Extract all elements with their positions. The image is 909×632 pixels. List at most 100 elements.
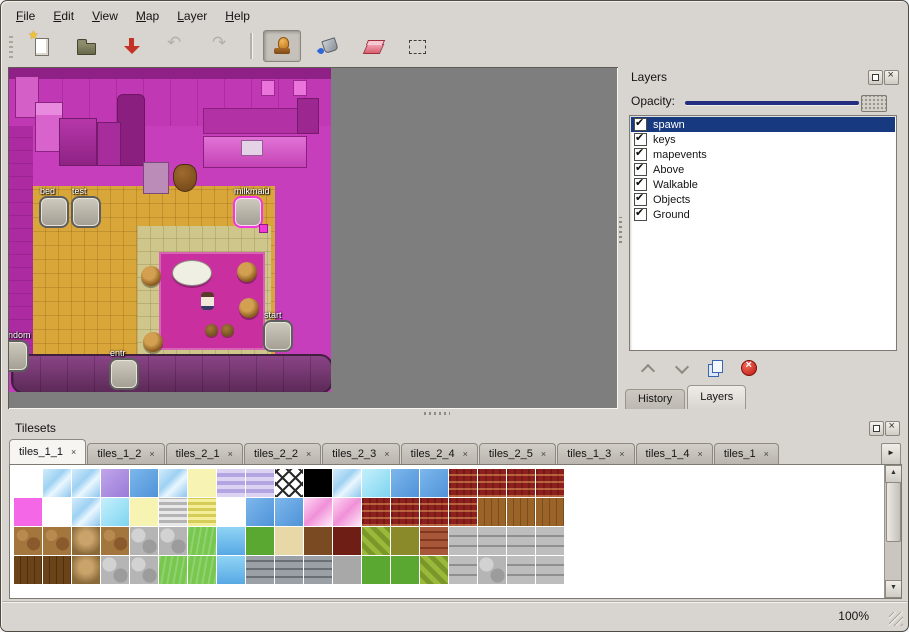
tile-wood[interactable] xyxy=(536,498,564,526)
tab-history[interactable]: History xyxy=(625,389,685,409)
tile-stone[interactable] xyxy=(536,527,564,555)
layer-list[interactable]: spawnkeysmapeventsAboveWalkableObjectsGr… xyxy=(629,115,897,351)
map-object-entr[interactable]: entr xyxy=(109,358,139,390)
tile-lilacstripe[interactable] xyxy=(246,469,274,497)
layer-visibility-checkbox[interactable] xyxy=(634,193,647,206)
rect-select-button[interactable] xyxy=(398,30,436,62)
tile-darkwood[interactable] xyxy=(14,556,42,584)
tile-palette[interactable] xyxy=(14,469,564,584)
tile-stone[interactable] xyxy=(449,556,477,584)
tile-water[interactable] xyxy=(217,527,245,555)
tab-close-icon[interactable]: × xyxy=(306,449,311,459)
tileset-tab-tiles_1_3[interactable]: tiles_1_3× xyxy=(557,443,634,464)
tile-gray[interactable] xyxy=(333,556,361,584)
tile-carpet[interactable] xyxy=(420,498,448,526)
tile-yellowstripe[interactable] xyxy=(188,498,216,526)
tileset-tab-tiles_2_1[interactable]: tiles_2_1× xyxy=(166,443,243,464)
layer-visibility-checkbox[interactable] xyxy=(634,208,647,221)
tile-iceblue[interactable] xyxy=(43,469,71,497)
duplicate-layer-button[interactable] xyxy=(703,356,727,380)
menu-map[interactable]: Map xyxy=(127,6,168,26)
opacity-slider-handle[interactable] xyxy=(861,95,887,112)
resize-grip[interactable] xyxy=(889,612,903,626)
tile-sand[interactable] xyxy=(275,527,303,555)
tile-iceblue[interactable] xyxy=(159,469,187,497)
tile-iceblue[interactable] xyxy=(333,469,361,497)
tile-carpet[interactable] xyxy=(449,469,477,497)
tab-close-icon[interactable]: × xyxy=(698,449,703,459)
float-dock-icon[interactable] xyxy=(868,70,883,85)
tileset-view[interactable]: ▲ ▼ xyxy=(9,464,902,599)
tile-darkwood[interactable] xyxy=(43,556,71,584)
tile-lilacstripe[interactable] xyxy=(217,469,245,497)
float-dock-icon[interactable] xyxy=(869,421,884,436)
map-object-start[interactable]: start xyxy=(263,320,293,352)
tileset-tab-tiles_1_2[interactable]: tiles_1_2× xyxy=(87,443,164,464)
menu-file[interactable]: File xyxy=(7,6,44,26)
tile-grass2[interactable] xyxy=(362,556,390,584)
tile-carpet[interactable] xyxy=(507,469,535,497)
tileset-tab-tiles_1[interactable]: tiles_1× xyxy=(714,443,779,464)
tile-darkred[interactable] xyxy=(333,527,361,555)
tile-grass2[interactable] xyxy=(391,556,419,584)
tileset-tab-tiles_2_2[interactable]: tiles_2_2× xyxy=(244,443,321,464)
tile-wood[interactable] xyxy=(507,498,535,526)
tile-cobble[interactable] xyxy=(478,556,506,584)
tile-brickred[interactable] xyxy=(420,527,448,555)
tile-iceblue[interactable] xyxy=(72,469,100,497)
tile-blue[interactable] xyxy=(420,469,448,497)
tile-purple[interactable] xyxy=(101,469,129,497)
tile-cobble[interactable] xyxy=(130,556,158,584)
tab-close-icon[interactable]: × xyxy=(619,449,624,459)
map-object-milkmaid[interactable]: milkmaid xyxy=(233,196,263,228)
close-dock-icon[interactable] xyxy=(885,421,900,436)
layer-row-Above[interactable]: Above xyxy=(631,162,895,177)
raise-layer-button[interactable] xyxy=(635,356,659,380)
tile-lattice[interactable] xyxy=(275,469,303,497)
tab-close-icon[interactable]: × xyxy=(228,449,233,459)
tile-carpet[interactable] xyxy=(478,469,506,497)
bucket-fill-button[interactable] xyxy=(308,30,346,62)
tile-cobble[interactable] xyxy=(101,556,129,584)
tileset-tab-tiles_1_1[interactable]: tiles_1_1× xyxy=(9,439,86,464)
tile-carpet[interactable] xyxy=(449,498,477,526)
layer-row-Ground[interactable]: Ground xyxy=(631,207,895,222)
delete-layer-button[interactable] xyxy=(737,356,761,380)
tile-brickgray[interactable] xyxy=(246,556,274,584)
tab-close-icon[interactable]: × xyxy=(71,447,76,457)
tab-scroll-right-icon[interactable]: ► xyxy=(881,443,901,465)
tile-water[interactable] xyxy=(217,556,245,584)
stamp-brush-button[interactable] xyxy=(263,30,301,62)
tile-grass[interactable] xyxy=(188,556,216,584)
map-canvas[interactable]: bedtestmilkmaidstartrandomentr xyxy=(9,68,331,392)
map-object-random[interactable]: random xyxy=(9,340,29,372)
tab-close-icon[interactable]: × xyxy=(149,449,154,459)
tile-paleyellow[interactable] xyxy=(130,498,158,526)
tile-graystripe[interactable] xyxy=(159,498,187,526)
tileset-tab-tiles_2_5[interactable]: tiles_2_5× xyxy=(479,443,556,464)
scroll-down-icon[interactable]: ▼ xyxy=(885,580,902,598)
tile-white[interactable] xyxy=(43,498,71,526)
layer-row-mapevents[interactable]: mapevents xyxy=(631,147,895,162)
layer-visibility-checkbox[interactable] xyxy=(634,148,647,161)
tile-black[interactable] xyxy=(304,469,332,497)
opacity-slider-track[interactable] xyxy=(685,101,859,105)
tile-iceblue[interactable] xyxy=(72,498,100,526)
menu-layer[interactable]: Layer xyxy=(168,6,216,26)
tileset-tab-tiles_1_4[interactable]: tiles_1_4× xyxy=(636,443,713,464)
tile-blue[interactable] xyxy=(246,498,274,526)
tab-close-icon[interactable]: × xyxy=(764,449,769,459)
tile-blue[interactable] xyxy=(130,469,158,497)
tile-stone[interactable] xyxy=(507,556,535,584)
menu-edit[interactable]: Edit xyxy=(44,6,83,26)
layer-visibility-checkbox[interactable] xyxy=(634,133,647,146)
tile-cobble[interactable] xyxy=(130,527,158,555)
tile-stone[interactable] xyxy=(536,556,564,584)
layer-visibility-checkbox[interactable] xyxy=(634,178,647,191)
tileset-tab-tiles_2_4[interactable]: tiles_2_4× xyxy=(401,443,478,464)
tile-carpet[interactable] xyxy=(391,498,419,526)
tile-brickgray[interactable] xyxy=(304,556,332,584)
layer-row-Objects[interactable]: Objects xyxy=(631,192,895,207)
tile-carpet[interactable] xyxy=(536,469,564,497)
scrollbar-thumb[interactable] xyxy=(886,482,901,542)
